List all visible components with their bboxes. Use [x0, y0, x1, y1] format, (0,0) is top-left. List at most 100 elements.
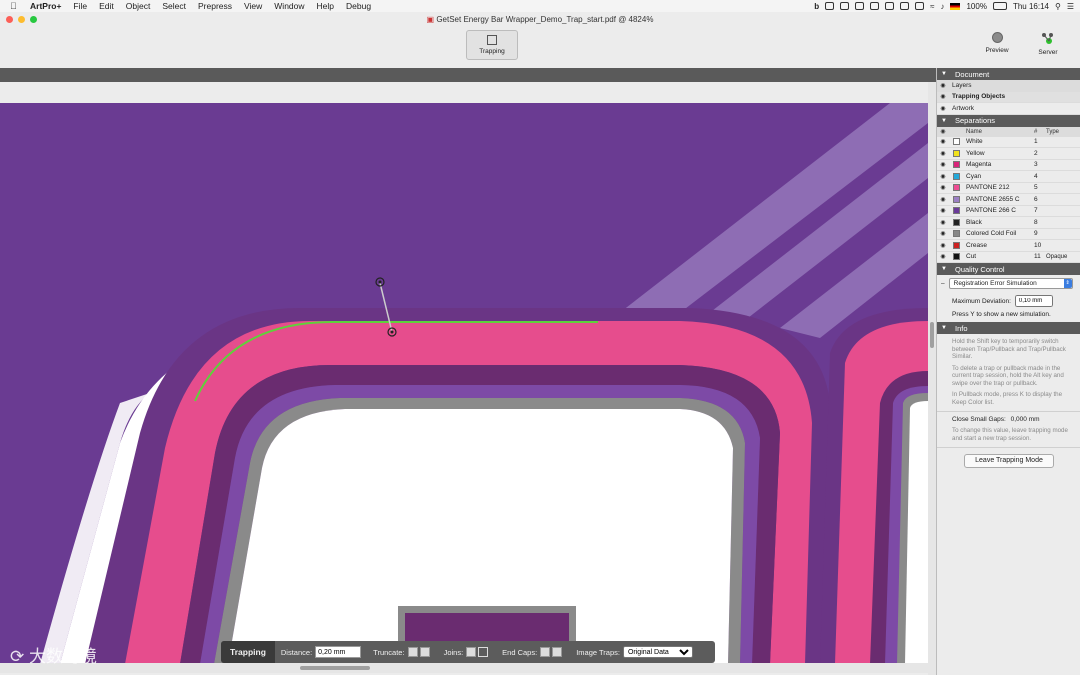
eye-icon[interactable]: ◉	[937, 105, 949, 112]
eye-icon[interactable]: ◉	[937, 230, 949, 237]
separation-name: Crease	[966, 241, 987, 249]
artwork-svg[interactable]	[0, 103, 928, 664]
layer-row-artwork[interactable]: ◉ Artwork	[937, 103, 1080, 115]
truncate-off-icon[interactable]	[419, 647, 430, 657]
trapping-button-label: Trapping	[479, 48, 505, 55]
eye-icon[interactable]: ◉	[937, 207, 949, 214]
separation-row[interactable]: ◉ Cyan 4	[937, 171, 1080, 183]
horizontal-scroll-thumb[interactable]	[300, 666, 370, 670]
separation-name: Black	[966, 218, 982, 226]
vertical-scrollbar[interactable]	[928, 82, 936, 675]
truncate-on-icon[interactable]	[407, 647, 418, 657]
qc-mode-select[interactable]: Registration Error Simulation ⇕	[948, 278, 1073, 289]
layer-name: Artwork	[952, 104, 975, 112]
eye-icon[interactable]: ◉	[937, 253, 949, 260]
watermark-icon: ⟳	[10, 647, 25, 666]
layer-row-trapping-objects[interactable]: ◉ Trapping Objects	[937, 91, 1080, 103]
separation-type[interactable]: Opaque	[1046, 254, 1070, 260]
volume-icon[interactable]: ♪	[940, 2, 944, 11]
menu-window[interactable]: Window	[274, 1, 304, 11]
distance-input[interactable]	[315, 646, 362, 658]
separation-number: 4	[1034, 172, 1038, 180]
trapping-button[interactable]: Trapping	[466, 30, 518, 60]
preview-button[interactable]: Preview	[980, 32, 1014, 54]
menu-view[interactable]: View	[244, 1, 262, 11]
eye-icon[interactable]: ◉	[937, 219, 949, 226]
bluetooth-icon[interactable]	[915, 2, 925, 10]
eye-icon[interactable]: ◉	[937, 173, 949, 180]
trapping-options-bar: Trapping Distance: Truncate: Joins: End …	[221, 641, 715, 663]
color-swatch	[953, 138, 960, 146]
display-icon[interactable]	[885, 2, 895, 10]
image-traps-select[interactable]: Original Data	[622, 646, 693, 658]
wifi-icon[interactable]: ≈	[930, 2, 934, 11]
battery-icon	[992, 2, 1007, 10]
menu-prepress[interactable]: Prepress	[198, 1, 232, 11]
b-status-icon[interactable]: b	[814, 2, 819, 11]
layers-label: Layers	[952, 81, 972, 89]
qc-mode-row: – Registration Error Simulation ⇕	[937, 275, 1080, 292]
separation-row[interactable]: ◉ Cut 11 Opaque	[937, 252, 1080, 263]
separation-row[interactable]: ◉ White 1	[937, 137, 1080, 148]
column-type[interactable]: Type	[1046, 129, 1070, 135]
document-canvas-area[interactable]	[0, 82, 936, 675]
eye-icon[interactable]: ◉	[937, 150, 949, 157]
collapse-triangle-icon[interactable]: ▼	[941, 325, 949, 331]
eye-icon[interactable]: ◉	[937, 161, 949, 168]
window-title-text: GetSet Energy Bar Wrapper_Demo_Trap_star…	[436, 15, 654, 24]
menu-object[interactable]: Object	[126, 1, 151, 11]
endcap-round-icon[interactable]	[540, 647, 551, 657]
collapse-triangle-icon[interactable]: ▼	[941, 118, 949, 124]
separation-row[interactable]: ◉ Yellow 2	[937, 148, 1080, 160]
separation-row[interactable]: ◉ Crease 10	[937, 240, 1080, 252]
separation-row[interactable]: ◉ Black 8	[937, 217, 1080, 229]
collapse-triangle-icon[interactable]: ▼	[941, 71, 949, 77]
eye-icon[interactable]: ◉	[937, 82, 949, 89]
separations-section-header[interactable]: ▼ Separations	[937, 114, 1080, 127]
horizontal-scrollbar[interactable]	[0, 663, 928, 673]
spotlight-icon[interactable]: ⚲	[1055, 2, 1061, 11]
menu-app[interactable]: ArtPro+	[30, 1, 61, 11]
eye-icon[interactable]: ◉	[937, 184, 949, 191]
join-miter-icon[interactable]	[478, 647, 489, 657]
notification-icon[interactable]: ☰	[1067, 2, 1074, 11]
separation-row[interactable]: ◉ PANTONE 266 C 7	[937, 206, 1080, 217]
cloud-icon[interactable]	[840, 2, 850, 10]
menu-edit[interactable]: Edit	[99, 1, 114, 11]
eye-icon[interactable]: ◉	[937, 138, 949, 145]
clock[interactable]: Thu 16:14	[1013, 2, 1049, 11]
pdf-icon: ▣	[426, 15, 435, 24]
artwork-canvas[interactable]	[0, 103, 928, 664]
column-number[interactable]: #	[1034, 129, 1046, 135]
separation-row[interactable]: ◉ Colored Cold Foil 9	[937, 229, 1080, 240]
vertical-scroll-thumb[interactable]	[930, 322, 934, 348]
server-button[interactable]: Server	[1032, 32, 1064, 56]
menu-help[interactable]: Help	[317, 1, 334, 11]
menu-file[interactable]: File	[73, 1, 87, 11]
column-name[interactable]: Name	[966, 129, 1034, 135]
minus-icon[interactable]: –	[941, 280, 945, 287]
collapse-triangle-icon[interactable]: ▼	[941, 266, 949, 272]
flag-icon[interactable]	[950, 2, 961, 10]
apple-icon[interactable]: 	[10, 1, 20, 11]
dropbox-icon[interactable]	[825, 2, 835, 10]
separation-number: 5	[1034, 184, 1038, 192]
menu-select[interactable]: Select	[162, 1, 186, 11]
max-deviation-input[interactable]	[1014, 295, 1053, 307]
separation-row[interactable]: ◉ PANTONE 212 5	[937, 183, 1080, 194]
eye-icon[interactable]: ◉	[937, 93, 949, 100]
join-round-icon[interactable]	[466, 647, 477, 657]
endcap-square-icon[interactable]	[552, 647, 563, 657]
sync-icon[interactable]	[855, 2, 865, 10]
separation-row[interactable]: ◉ Magenta 3	[937, 160, 1080, 171]
eye-icon[interactable]: ◉	[937, 242, 949, 249]
screen-icon[interactable]	[870, 2, 880, 10]
leave-trapping-mode-button[interactable]: Leave Trapping Mode	[964, 454, 1054, 468]
eye-icon[interactable]: ◉	[937, 196, 949, 203]
info-section-header[interactable]: ▼ Info	[937, 322, 1080, 334]
menu-debug[interactable]: Debug	[346, 1, 371, 11]
quality-control-section-header[interactable]: ▼ Quality Control	[937, 263, 1080, 275]
timemachine-icon[interactable]	[900, 2, 910, 10]
document-section-header[interactable]: ▼ Document	[937, 68, 1080, 80]
separation-row[interactable]: ◉ PANTONE 2655 C 6	[937, 194, 1080, 206]
